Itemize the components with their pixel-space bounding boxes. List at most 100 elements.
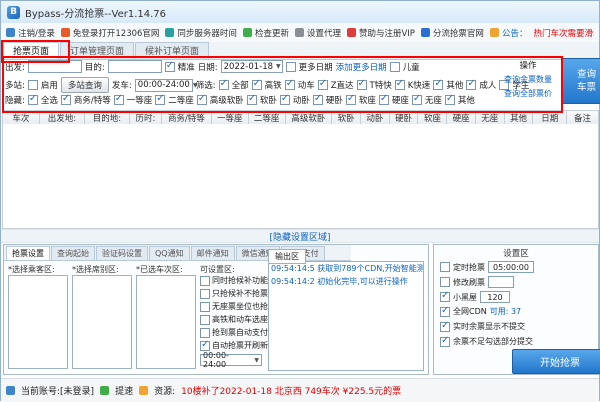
tab-waitlist-order-page[interactable]: 候补订单页面 xyxy=(135,42,209,59)
depart-time-select[interactable]: 00:00-24:00 ▼ xyxy=(135,79,193,92)
col-second-class[interactable]: 二等座 xyxy=(248,110,286,125)
col-date[interactable]: 日期 xyxy=(532,110,567,125)
col-soft-seat[interactable]: 软座 xyxy=(417,110,447,125)
option-no-seat-also-checkbox[interactable] xyxy=(200,302,210,312)
output-area-tab[interactable]: 输出区 xyxy=(268,249,306,264)
toolbar-item-open-12306[interactable]: 免登录打开12306官网 xyxy=(61,27,160,39)
tab-order-management-page[interactable]: 订单管理页面 xyxy=(60,42,134,59)
col-duration[interactable]: 历时: xyxy=(129,110,162,125)
hide-hard-seat-checkbox[interactable] xyxy=(379,95,389,105)
tab-qq-notify[interactable]: QQ通知 xyxy=(149,246,190,260)
add-more-dates-link[interactable]: 添加更多日期 xyxy=(336,61,387,73)
col-business[interactable]: 商务/特等 xyxy=(161,110,212,125)
filter-other-checkbox[interactable] xyxy=(433,80,443,90)
partial-submit-checkbox[interactable] xyxy=(440,337,450,347)
tab-grab-page[interactable]: 抢票页面 xyxy=(3,42,59,59)
seat-listbox[interactable] xyxy=(72,275,132,369)
title-bar: B Bypass-分流抢票--Ver1.14.76 xyxy=(1,1,599,24)
option-auto-refresh-checkbox[interactable] xyxy=(200,341,210,351)
hide-settings-area-link[interactable]: [隐藏设置区域] xyxy=(269,230,330,243)
to-input[interactable] xyxy=(108,60,162,73)
hide-first-checkbox[interactable] xyxy=(114,95,124,105)
hide-business-checkbox[interactable] xyxy=(61,95,71,105)
col-from[interactable]: 出发地: xyxy=(39,110,85,125)
toolbar-item-vip[interactable]: 赞助与注册VIP xyxy=(347,27,415,39)
start-grab-button[interactable]: 开始抢票 xyxy=(512,349,600,374)
child-checkbox[interactable] xyxy=(390,62,400,72)
cdn-checkbox[interactable] xyxy=(440,307,450,317)
tab-query-start[interactable]: 查询起始 xyxy=(51,246,95,260)
hide-moving-sleeper-checkbox[interactable] xyxy=(280,95,290,105)
toolbar-item-official-site[interactable]: 分流抢票官网 xyxy=(421,27,484,39)
col-hard-seat[interactable]: 硬座 xyxy=(446,110,476,125)
toolbar-item-sync-time[interactable]: 同步服务器时间 xyxy=(165,27,237,39)
timed-grab-time-input[interactable]: 05:00:00 xyxy=(488,261,534,273)
date-select[interactable]: 2022-01-18 ▼ xyxy=(221,60,283,73)
hide-soft-seat-checkbox[interactable] xyxy=(346,95,356,105)
col-train-no[interactable]: 车次 xyxy=(2,110,40,125)
blackroom-input[interactable]: 120 xyxy=(480,291,510,303)
option-label: 无座票坐位也抢 xyxy=(212,301,268,312)
option-auto-pay-checkbox[interactable] xyxy=(200,328,210,338)
filter-k-checkbox[interactable] xyxy=(395,80,405,90)
from-input[interactable] xyxy=(28,60,82,73)
modify-refresh-input[interactable] xyxy=(488,276,514,288)
col-no-seat[interactable]: 无座 xyxy=(475,110,505,125)
hide-all-checkbox[interactable] xyxy=(28,95,38,105)
filter-gaotie-checkbox[interactable] xyxy=(252,80,262,90)
multi-station-query-button[interactable]: 多站查询 xyxy=(61,77,109,93)
train-list-label: *已选车次区: xyxy=(136,264,183,275)
hide-hard-sleeper-checkbox[interactable] xyxy=(313,95,323,105)
blackroom-checkbox[interactable] xyxy=(440,292,450,302)
col-other[interactable]: 其他 xyxy=(504,110,534,125)
passenger-listbox[interactable] xyxy=(8,275,68,369)
speed-label[interactable]: 提速 xyxy=(115,384,133,397)
col-hard-sleeper[interactable]: 硬卧 xyxy=(389,110,419,125)
operations-column: 操作 查询余票数量 查询全部票价 xyxy=(499,59,557,99)
website-icon xyxy=(421,28,430,37)
query-all-prices-link[interactable]: 查询全部票价 xyxy=(499,88,557,99)
option-waitlist-also-checkbox[interactable] xyxy=(200,276,210,286)
filter-all-checkbox[interactable] xyxy=(219,80,229,90)
toolbar-item-proxy[interactable]: 设置代理 xyxy=(295,27,341,39)
option-label: 只抢候补不抢票 xyxy=(212,288,268,299)
hide-item-label: 一等座 xyxy=(127,94,153,106)
query-tickets-button[interactable]: 查询 车票 xyxy=(561,58,600,104)
query-remaining-tickets-link[interactable]: 查询余票数量 xyxy=(499,74,557,85)
timed-grab-checkbox[interactable] xyxy=(440,262,450,272)
col-to[interactable]: 目的地: xyxy=(84,110,130,125)
filter-k-label: K快速 xyxy=(408,79,431,91)
toolbar-item-check-update[interactable]: 检查更新 xyxy=(243,27,289,39)
grab-time-range-select[interactable]: 00:00-24:00 ▼ xyxy=(200,354,262,366)
option-waitlist-only-checkbox[interactable] xyxy=(200,289,210,299)
filter-t-checkbox[interactable] xyxy=(357,80,367,90)
col-premium-soft[interactable]: 高级软卧 xyxy=(285,110,333,125)
filter-dongche-checkbox[interactable] xyxy=(285,80,295,90)
results-table-body xyxy=(2,124,599,229)
tab-grab-settings[interactable]: 抢票设置 xyxy=(6,246,50,260)
col-soft-sleeper[interactable]: 软卧 xyxy=(331,110,361,125)
option-seat-selection-checkbox[interactable] xyxy=(200,315,210,325)
hide-premium-soft-checkbox[interactable] xyxy=(197,95,207,105)
realtime-no-submit-label: 实时余票显示不提交 xyxy=(453,321,525,332)
toolbar-item-login[interactable]: 注销/登录 xyxy=(6,27,55,39)
precise-checkbox[interactable] xyxy=(165,62,175,72)
modify-refresh-checkbox[interactable] xyxy=(440,277,450,287)
filter-z-checkbox[interactable] xyxy=(318,80,328,90)
train-listbox[interactable] xyxy=(136,275,196,369)
hide-no-seat-checkbox[interactable] xyxy=(412,95,422,105)
adult-checkbox[interactable] xyxy=(466,80,476,90)
hide-soft-sleeper-checkbox[interactable] xyxy=(247,95,257,105)
hide-other-checkbox[interactable] xyxy=(445,95,455,105)
app-icon: B xyxy=(7,6,20,19)
hide-second-checkbox[interactable] xyxy=(155,95,165,105)
enable-multi-checkbox[interactable] xyxy=(28,80,38,90)
tab-email-notify[interactable]: 邮件通知 xyxy=(191,246,235,260)
col-moving-sleeper[interactable]: 动卧 xyxy=(360,110,390,125)
col-first-class[interactable]: 一等座 xyxy=(211,110,249,125)
filter-label: 筛选: xyxy=(196,79,216,91)
more-dates-checkbox[interactable] xyxy=(286,62,296,72)
realtime-no-submit-checkbox[interactable] xyxy=(440,322,450,332)
col-remark[interactable]: 备注 xyxy=(566,110,599,125)
tab-captcha-settings[interactable]: 验证码设置 xyxy=(96,246,148,260)
